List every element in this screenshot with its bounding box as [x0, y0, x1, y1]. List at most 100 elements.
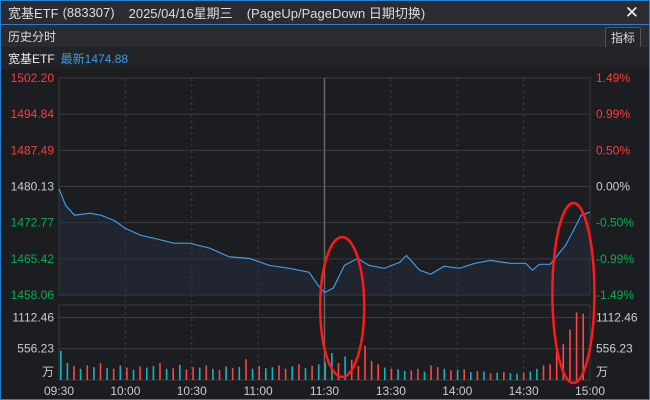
volume-bar: [456, 369, 459, 380]
volume-bar: [165, 368, 168, 380]
volume-bar: [436, 367, 439, 380]
volume-bar: [304, 368, 307, 380]
volume-bar: [575, 312, 578, 380]
volume-bar: [463, 369, 465, 380]
volume-bar: [278, 365, 280, 380]
price-tick-left: 1480.13: [11, 180, 55, 194]
volume-bar: [536, 368, 538, 380]
price-tick-left: 1472.77: [11, 216, 55, 230]
volume-bar: [522, 372, 525, 380]
volume-bar: [60, 350, 62, 380]
volume-bar: [93, 367, 95, 380]
volume-bar: [569, 329, 571, 380]
volume-bar: [271, 367, 274, 380]
volume-bar: [126, 367, 128, 380]
volume-bar: [516, 373, 518, 380]
intraday-chart: 1502.20 1.49% 1494.84 0.99% 1487.49 0.50% 1480…: [11, 71, 638, 398]
volume-bar: [549, 364, 551, 380]
volume-bar: [529, 371, 532, 380]
volume-bar: [476, 371, 479, 380]
volume-bar: [258, 365, 260, 380]
volume-bar: [225, 366, 227, 380]
volume-bar: [265, 368, 267, 380]
volume-bar: [443, 368, 446, 380]
volume-bar: [218, 369, 221, 380]
percent-tick-right: 0.99%: [596, 107, 630, 121]
volume-bar: [112, 368, 115, 380]
volume-bar: [317, 364, 320, 380]
time-tick: 15:00: [575, 384, 605, 398]
volume-bar: [397, 369, 399, 380]
volume-bar: [377, 364, 379, 380]
volume-bar: [496, 372, 498, 380]
volume-bar: [172, 368, 174, 380]
price-tick-left: 1487.49: [11, 143, 55, 157]
time-tick: 14:30: [509, 384, 539, 398]
volume-bar: [146, 367, 148, 380]
volume-bar: [152, 365, 155, 380]
price-tick-left: 1465.42: [11, 252, 55, 266]
volume-tick-left: 556.23: [17, 342, 54, 356]
volume-bar: [198, 367, 201, 380]
time-tick: 10:00: [110, 384, 140, 398]
volume-bar: [205, 365, 208, 380]
volume-bar: [212, 368, 214, 380]
volume-bar: [450, 370, 452, 380]
volume-bar: [430, 365, 432, 380]
volume-bar: [86, 365, 89, 380]
price-tick-left: 1502.20: [11, 71, 55, 85]
volume-bar: [132, 369, 135, 380]
time-tick: 14:00: [442, 384, 472, 398]
volume-bar: [483, 371, 485, 380]
volume-bar: [364, 345, 366, 380]
volume-bar: [79, 368, 82, 380]
volume-tick-left: 1112.46: [12, 310, 54, 324]
volume-unit-left: 万: [42, 365, 54, 379]
volume-bar: [410, 370, 413, 380]
percent-tick-right: -1.49%: [596, 288, 634, 302]
volume-bar: [231, 368, 234, 380]
volume-bar: [251, 368, 254, 380]
time-tick: 10:30: [177, 384, 207, 398]
volume-tick-right: 1112.46: [596, 310, 638, 324]
volume-bar: [298, 364, 300, 380]
volume-bar: [179, 364, 181, 380]
volume-bar: [119, 365, 122, 380]
percent-tick-right: -0.99%: [596, 252, 634, 266]
volume-bar: [99, 363, 102, 380]
percent-tick-right: 1.49%: [596, 71, 630, 85]
volume-bar: [470, 372, 472, 380]
volume-tick-right: 556.23: [596, 342, 633, 356]
time-tick: 11:00: [244, 384, 273, 398]
price-tick-left: 1458.06: [11, 288, 55, 302]
volume-bar: [66, 363, 69, 380]
percent-tick-right: 0.00%: [596, 180, 630, 194]
volume-bar: [509, 373, 512, 380]
volume-bar: [245, 359, 247, 380]
time-tick: 13:30: [376, 384, 406, 398]
volume-bar: [185, 369, 188, 380]
volume-bar: [390, 368, 393, 380]
volume-bar: [357, 365, 360, 380]
volume-bar: [73, 365, 75, 380]
volume-bar: [370, 360, 373, 380]
time-tick: 11:30: [310, 384, 339, 398]
volume-bar: [324, 362, 327, 380]
volume-bar: [384, 367, 386, 380]
volume-bar: [423, 371, 426, 380]
volume-bar: [284, 368, 287, 380]
time-tick: 09:30: [44, 384, 74, 398]
volume-bar: [192, 367, 194, 380]
volume-bar: [311, 365, 313, 380]
volume-bar: [291, 366, 293, 380]
percent-tick-right: 0.50%: [596, 143, 630, 157]
volume-bar: [106, 368, 108, 380]
volume-bar: [159, 363, 161, 380]
volume-bar: [489, 373, 492, 380]
volume-bar: [417, 368, 419, 380]
volume-bar: [542, 365, 545, 380]
volume-bar: [139, 366, 141, 380]
price-tick-left: 1494.84: [11, 107, 55, 121]
volume-unit-right: 万: [596, 365, 608, 379]
percent-tick-right: -0.50%: [596, 216, 634, 230]
